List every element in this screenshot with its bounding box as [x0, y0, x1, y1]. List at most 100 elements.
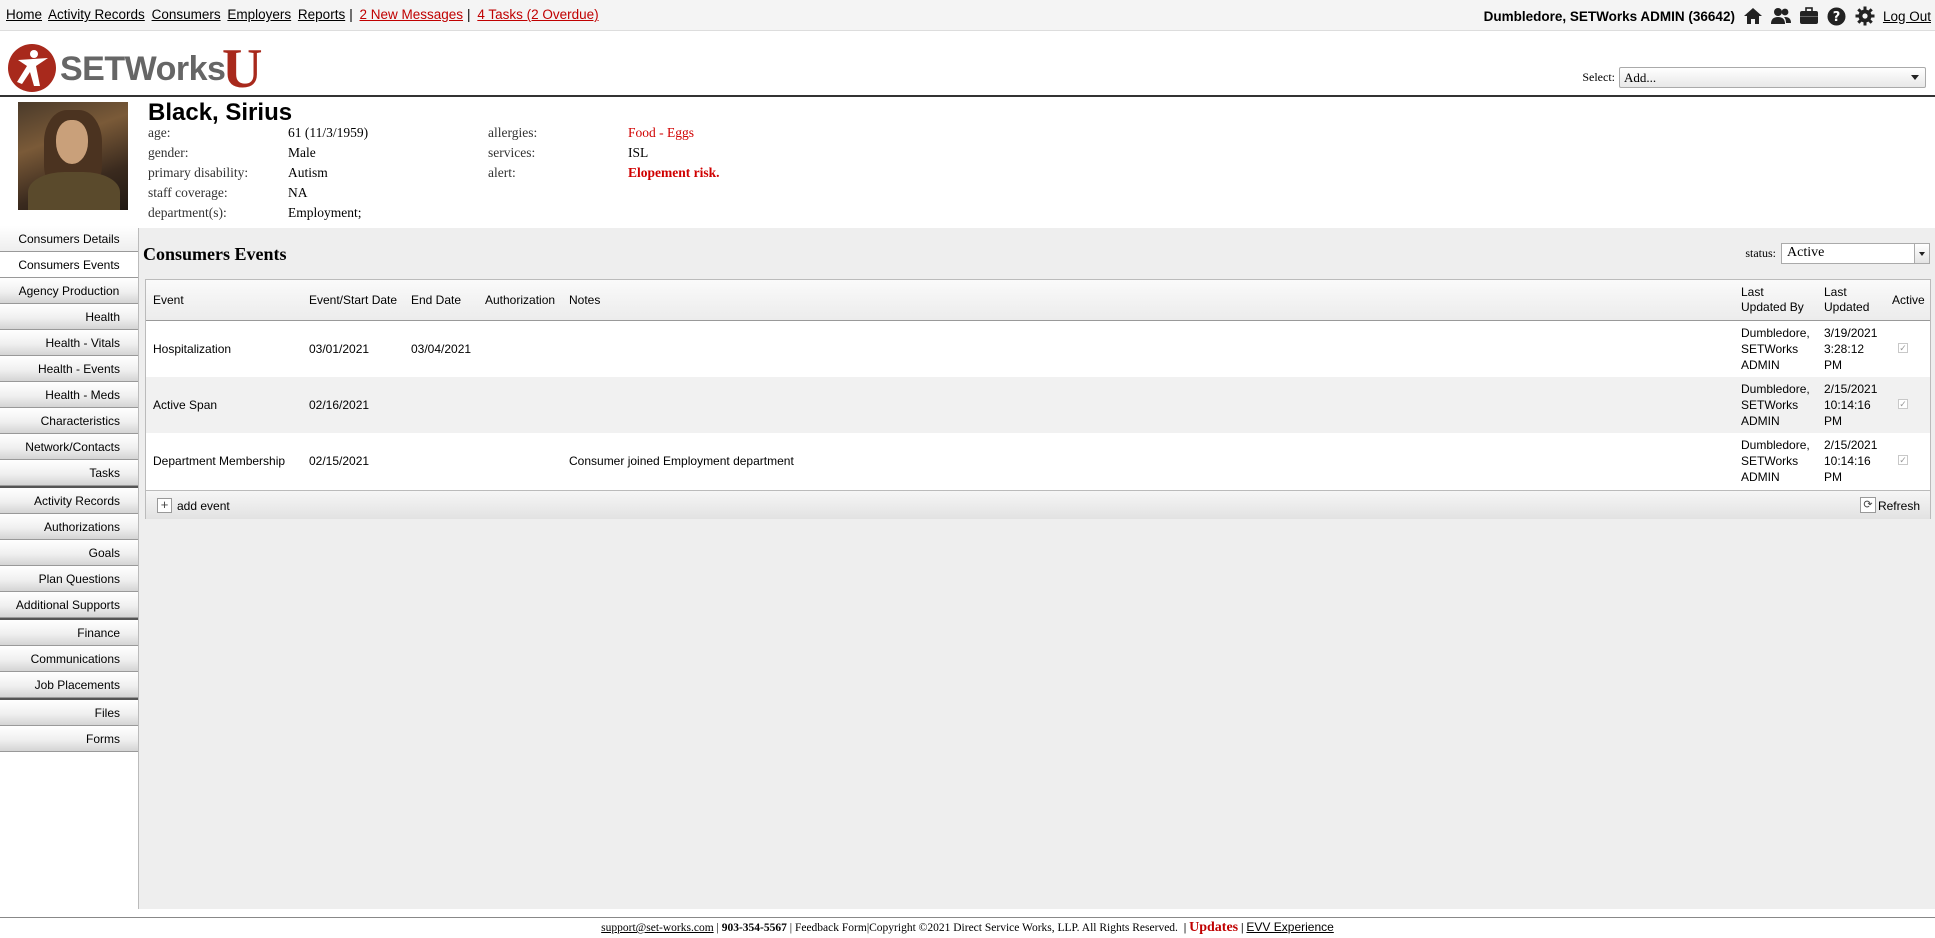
home-icon[interactable] — [1743, 6, 1763, 26]
column-header-start-date[interactable]: Event/Start Date — [309, 293, 397, 308]
nav-activity-records-link[interactable]: Activity Records — [48, 7, 145, 22]
column-header-authorization[interactable]: Authorization — [485, 293, 555, 308]
sidebar-item-files[interactable]: Files — [0, 700, 138, 726]
nav-separator: | — [349, 7, 353, 22]
sidebar-item-job-placements[interactable]: Job Placements — [0, 672, 138, 698]
header-divider — [0, 95, 1935, 97]
consumer-photo — [18, 102, 128, 210]
updated-by-line: Dumbledore, — [1741, 382, 1810, 396]
sidebar-item-plan-questions[interactable]: Plan Questions — [0, 566, 138, 592]
column-header-end-date[interactable]: End Date — [411, 293, 461, 308]
sidebar-item-goals[interactable]: Goals — [0, 540, 138, 566]
cell-start-date: 02/16/2021 — [309, 398, 370, 412]
status-dropdown[interactable]: Active — [1781, 243, 1930, 264]
updated-by-line: ADMIN — [1741, 470, 1780, 484]
updated-by-line: ADMIN — [1741, 358, 1780, 372]
table-row[interactable]: Hospitalization 03/01/2021 03/04/2021 Du… — [146, 321, 1930, 377]
updated-line: 2/15/2021 — [1824, 438, 1878, 452]
disability-value: Autism — [288, 165, 328, 180]
photo-face — [56, 120, 88, 164]
footer-separator: | — [789, 922, 793, 934]
sidebar-item-communications[interactable]: Communications — [0, 646, 138, 672]
briefcase-icon[interactable] — [1799, 6, 1819, 26]
plus-icon[interactable]: + — [157, 498, 172, 513]
add-dropdown-value: Add... — [1624, 70, 1657, 85]
consumer-name: Black, Sirius — [148, 99, 293, 126]
cell-last-updated: 2/15/2021 10:14:16 PM — [1824, 381, 1877, 429]
cell-updated-by: Dumbledore, SETWorks ADMIN — [1741, 325, 1810, 373]
sidebar: Consumers Details Consumers Events Agenc… — [0, 226, 138, 752]
column-header-last-updated[interactable]: Last Updated — [1824, 285, 1869, 315]
staff-coverage-value: NA — [288, 185, 308, 200]
cell-updated-by: Dumbledore, SETWorks ADMIN — [1741, 381, 1810, 429]
sidebar-item-tasks[interactable]: Tasks — [0, 460, 138, 486]
nav-reports-link[interactable]: Reports — [298, 7, 345, 22]
sidebar-item-health[interactable]: Health — [0, 304, 138, 330]
sidebar-item-consumers-details[interactable]: Consumers Details — [0, 226, 138, 252]
active-checkbox: ✓ — [1898, 343, 1908, 353]
nav-consumers-link[interactable]: Consumers — [152, 7, 221, 22]
chevron-down-icon[interactable] — [1914, 244, 1929, 263]
column-header-event[interactable]: Event — [153, 293, 184, 308]
photo-coat — [28, 172, 120, 210]
footer-separator: | — [1241, 922, 1244, 934]
gear-icon[interactable] — [1855, 6, 1875, 26]
updated-line: 10:14:16 — [1824, 398, 1871, 412]
table-header: Event Event/Start Date End Date Authoriz… — [146, 280, 1930, 321]
disability-label: primary disability: — [148, 165, 249, 180]
sidebar-item-characteristics[interactable]: Characteristics — [0, 408, 138, 434]
add-event-button[interactable]: add event — [177, 499, 230, 513]
sidebar-item-activity-records[interactable]: Activity Records — [0, 488, 138, 514]
active-checkbox: ✓ — [1898, 455, 1908, 465]
sidebar-item-authorizations[interactable]: Authorizations — [0, 514, 138, 540]
add-dropdown[interactable]: Add... — [1619, 67, 1926, 88]
messages-link[interactable]: 2 New Messages — [359, 7, 463, 22]
setworks-logo[interactable]: SETWorks U — [8, 38, 270, 100]
sidebar-item-finance[interactable]: Finance — [0, 620, 138, 646]
nav-home-link[interactable]: Home — [6, 7, 42, 22]
users-icon[interactable] — [1770, 6, 1791, 26]
footer-divider — [0, 917, 1935, 918]
updated-by-line: Dumbledore, — [1741, 438, 1810, 452]
staff-coverage-label: staff coverage: — [148, 185, 228, 200]
help-icon[interactable]: ? — [1827, 6, 1847, 26]
sidebar-item-health-events[interactable]: Health - Events — [0, 356, 138, 382]
sidebar-item-forms[interactable]: Forms — [0, 726, 138, 752]
chevron-down-icon — [1911, 75, 1919, 80]
nav-employers-link[interactable]: Employers — [227, 7, 291, 22]
feedback-form-link[interactable]: Feedback Form — [795, 922, 867, 934]
refresh-button[interactable]: Refresh — [1878, 499, 1920, 513]
sidebar-item-consumers-events[interactable]: Consumers Events — [0, 252, 138, 278]
sidebar-item-health-meds[interactable]: Health - Meds — [0, 382, 138, 408]
evv-experience-link[interactable]: EVV Experience — [1246, 920, 1333, 934]
support-email-link[interactable]: support@set-works.com — [601, 922, 713, 934]
table-footer: + add event ⟳ Refresh — [146, 490, 1930, 519]
logout-link[interactable]: Log Out — [1883, 9, 1931, 24]
updated-by-line: ADMIN — [1741, 414, 1780, 428]
column-header-active[interactable]: Active — [1892, 293, 1925, 308]
support-phone: 903-354-5567 — [721, 922, 787, 934]
tasks-link[interactable]: 4 Tasks (2 Overdue) — [477, 7, 598, 22]
sidebar-item-agency-production[interactable]: Agency Production — [0, 278, 138, 304]
refresh-icon[interactable]: ⟳ — [1860, 497, 1876, 513]
sidebar-item-additional-supports[interactable]: Additional Supports — [0, 592, 138, 618]
updates-link[interactable]: Updates — [1189, 920, 1238, 935]
status-filter: status: Active — [1745, 243, 1930, 264]
table-row[interactable]: Department Membership 02/15/2021 Consume… — [146, 433, 1930, 489]
sidebar-item-health-vitals[interactable]: Health - Vitals — [0, 330, 138, 356]
cell-updated-by: Dumbledore, SETWorks ADMIN — [1741, 437, 1810, 485]
updated-line: 3/19/2021 — [1824, 326, 1878, 340]
cell-last-updated: 2/15/2021 10:14:16 PM — [1824, 437, 1877, 485]
column-header-last-updated-by[interactable]: Last Updated By — [1741, 285, 1804, 315]
events-table: Event Event/Start Date End Date Authoriz… — [145, 279, 1931, 519]
allergies-value: Food - Eggs — [628, 125, 695, 140]
cell-last-updated: 3/19/2021 3:28:12 PM — [1824, 325, 1877, 373]
main-panel: Consumers Events status: Active Event Ev… — [138, 228, 1935, 909]
table-row[interactable]: Active Span 02/16/2021 Dumbledore, SETWo… — [146, 377, 1930, 433]
sidebar-item-network-contacts[interactable]: Network/Contacts — [0, 434, 138, 460]
alert-label: alert: — [488, 165, 516, 180]
updated-by-line: SETWorks — [1741, 342, 1799, 356]
updated-by-line: SETWorks — [1741, 398, 1799, 412]
departments-value: Employment; — [288, 205, 362, 220]
column-header-notes[interactable]: Notes — [569, 293, 600, 308]
